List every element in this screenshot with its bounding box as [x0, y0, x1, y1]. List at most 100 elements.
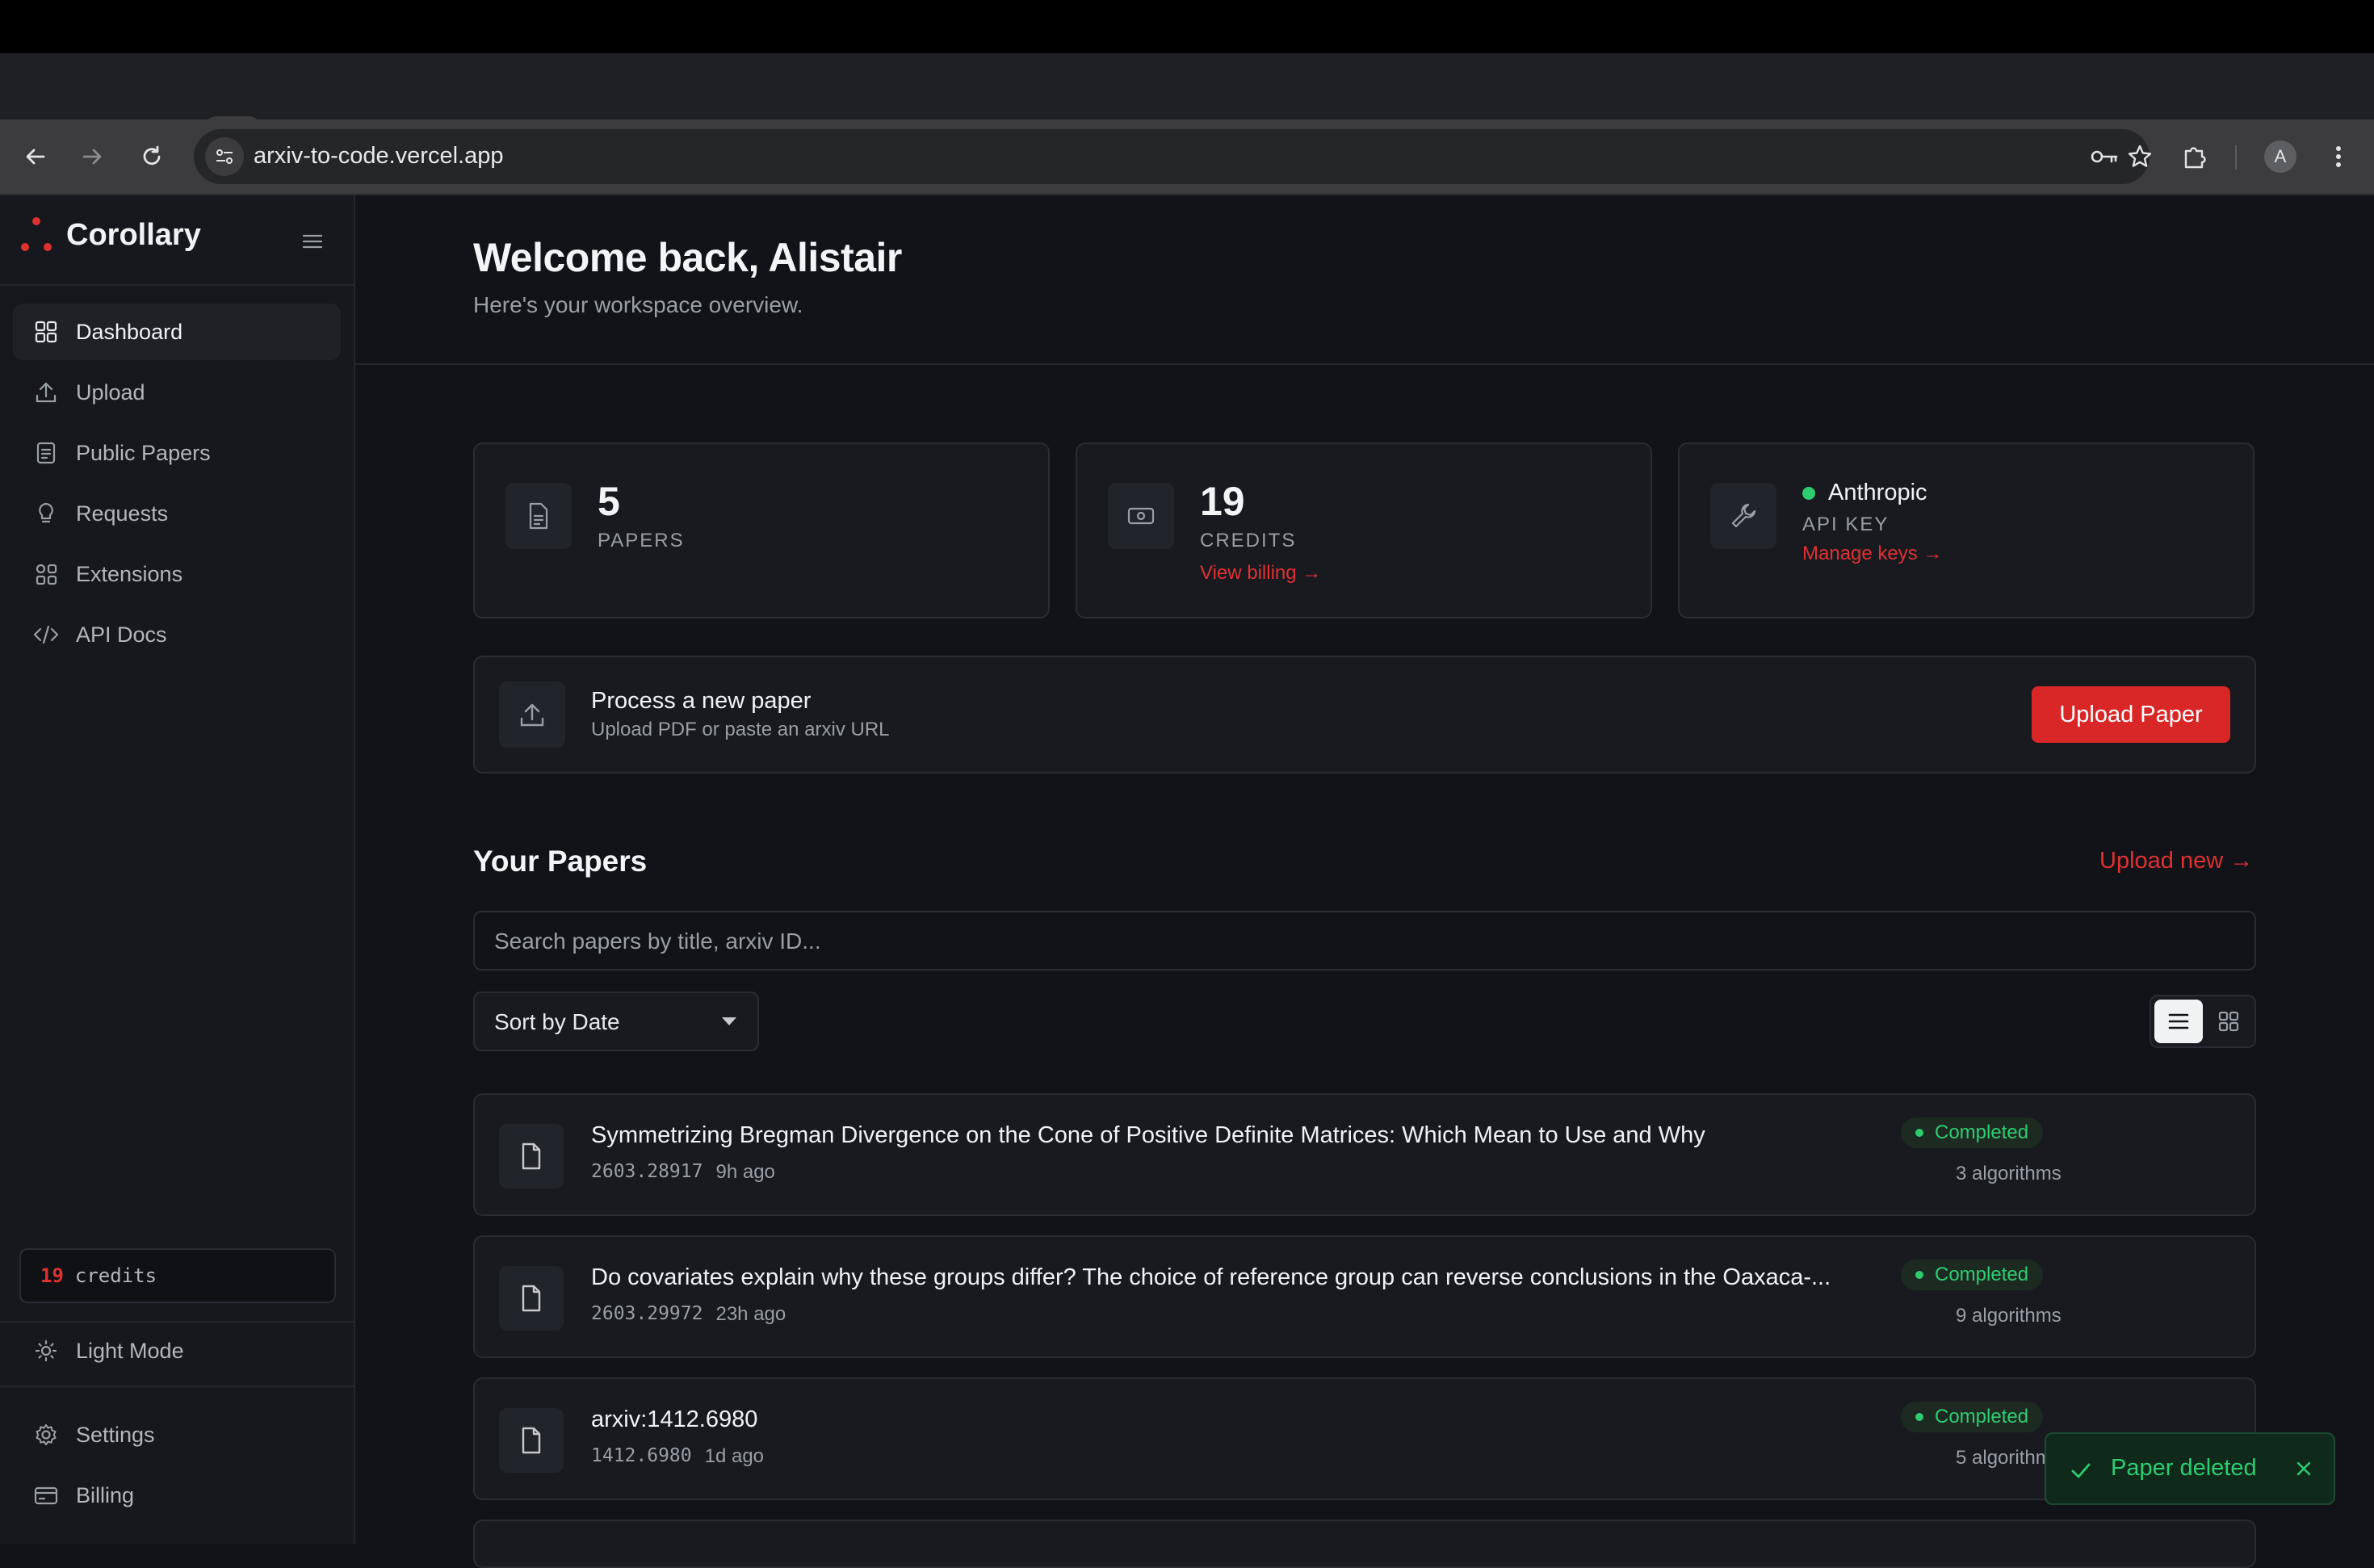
page-subtitle: Here's your workspace overview.	[473, 292, 803, 317]
process-paper-card: Process a new paper Upload PDF or paste …	[473, 656, 2256, 774]
document-icon	[505, 483, 572, 549]
profile-avatar[interactable]: A	[2264, 140, 2296, 173]
paper-title: Do covariates explain why these groups d…	[591, 1264, 1831, 1290]
banknote-icon	[1108, 483, 1174, 549]
credits-indicator[interactable]: 19 credits	[19, 1248, 336, 1303]
corollary-logo-icon	[21, 217, 52, 251]
sort-select[interactable]: Sort by Date	[473, 992, 759, 1051]
sidebar-item-billing[interactable]: Billing	[13, 1467, 341, 1524]
paper-row[interactable]: Do covariates explain why these groups d…	[473, 1235, 2256, 1358]
credits-label: credits	[74, 1264, 157, 1287]
close-icon[interactable]	[2293, 1458, 2314, 1479]
paper-row[interactable]	[473, 1520, 2256, 1568]
reload-icon	[143, 145, 161, 166]
sidebar-item-dashboard[interactable]: Dashboard	[13, 304, 341, 360]
extensions-button[interactable]	[2177, 139, 2213, 174]
sidebar: Corollary Dashboard Upload Public Papers…	[0, 195, 355, 1544]
light-mode-label: Light Mode	[76, 1338, 184, 1363]
main-content: Welcome back, Alistair Here's your works…	[355, 195, 2374, 1568]
key-icon	[2091, 150, 2118, 163]
sidebar-item-label: Settings	[76, 1422, 155, 1447]
address-bar[interactable]: arxiv-to-code.vercel.app	[194, 129, 2152, 184]
search-input[interactable]: Search papers by title, arxiv ID...	[473, 911, 2256, 971]
caret-down-icon	[722, 1017, 736, 1025]
url-text[interactable]: arxiv-to-code.vercel.app	[254, 143, 503, 170]
grid-icon	[2218, 1011, 2239, 1032]
status-dot	[1915, 1271, 1923, 1279]
papers-count: 5	[598, 479, 620, 524]
sidebar-item-label: Requests	[76, 501, 169, 526]
upload-icon	[499, 681, 565, 748]
grid-icon	[32, 318, 60, 346]
api-provider: Anthropic	[1802, 480, 1927, 506]
password-key-button[interactable]	[2088, 140, 2120, 173]
paper-row[interactable]: arxiv:1412.6980 1412.6980 1d ago Complet…	[473, 1377, 2256, 1500]
paper-arxiv-id: 2603.29972	[591, 1303, 703, 1324]
paper-row[interactable]: Symmetrizing Bregman Divergence on the C…	[473, 1093, 2256, 1216]
browser-menu-button[interactable]	[2321, 139, 2356, 174]
star-icon	[2128, 145, 2152, 167]
upload-new-link[interactable]: Upload new →	[2099, 848, 2253, 874]
process-paper-subtitle: Upload PDF or paste an arxiv URL	[591, 719, 890, 740]
status-dot	[1802, 486, 1815, 500]
file-icon	[499, 1124, 564, 1189]
view-toggle	[2150, 995, 2256, 1048]
sidebar-divider	[0, 284, 354, 286]
sidebar-divider	[0, 1386, 354, 1387]
collapse-sidebar-button[interactable]	[299, 228, 326, 255]
upload-icon	[32, 379, 60, 406]
toast-message: Paper deleted	[2111, 1455, 2257, 1481]
upload-paper-button[interactable]: Upload Paper	[2032, 686, 2230, 743]
lightbulb-icon	[32, 500, 60, 527]
sidebar-item-label: Dashboard	[76, 319, 183, 344]
status-text: Completed	[1935, 1264, 2029, 1285]
paper-arxiv-id: 1412.6980	[591, 1445, 692, 1466]
extensions-icon	[32, 560, 60, 588]
brand-name: Corollary	[66, 217, 201, 252]
status-text: Completed	[1935, 1121, 2029, 1143]
tab-strip	[0, 53, 2374, 174]
sidebar-item-settings[interactable]: Settings	[13, 1407, 341, 1463]
bookmark-button[interactable]	[2124, 140, 2156, 173]
reload-button[interactable]	[134, 139, 170, 174]
status-badge: Completed	[1901, 1260, 2044, 1290]
gear-icon	[32, 1421, 60, 1449]
brand[interactable]: Corollary	[19, 215, 201, 255]
sidebar-item-api-docs[interactable]: API Docs	[13, 606, 341, 663]
your-papers-heading: Your Papers	[473, 845, 648, 878]
file-icon	[499, 1408, 564, 1473]
provider-name: Anthropic	[1828, 480, 1927, 505]
menu-icon	[302, 234, 323, 249]
light-mode-toggle[interactable]: Light Mode	[13, 1323, 341, 1379]
view-billing-link[interactable]: View billing →	[1200, 562, 1321, 585]
screen-top-bar	[0, 0, 2374, 53]
paper-meta: 1412.6980 1d ago	[591, 1445, 764, 1468]
sidebar-item-public-papers[interactable]: Public Papers	[13, 425, 341, 481]
arrow-left-icon	[26, 149, 45, 165]
manage-keys-link[interactable]: Manage keys →	[1802, 543, 1942, 565]
grid-view-button[interactable]	[2204, 1000, 2253, 1043]
api-key-label: API KEY	[1802, 514, 1890, 535]
sidebar-item-requests[interactable]: Requests	[13, 485, 341, 542]
sun-icon	[32, 1337, 60, 1365]
back-button[interactable]	[18, 139, 53, 174]
sidebar-item-extensions[interactable]: Extensions	[13, 546, 341, 602]
forward-button[interactable]	[74, 139, 110, 174]
toast-notification: Paper deleted	[2045, 1432, 2335, 1505]
sort-label: Sort by Date	[494, 1009, 620, 1034]
site-info-button[interactable]	[205, 137, 244, 176]
sidebar-item-label: Extensions	[76, 561, 183, 586]
list-icon	[2168, 1013, 2189, 1029]
status-text: Completed	[1935, 1406, 2029, 1428]
credits-label: CREDITS	[1200, 530, 1297, 551]
paper-title: arxiv:1412.6980	[591, 1407, 758, 1432]
credit-card-icon	[32, 1482, 60, 1509]
api-key-stat-card: Anthropic API KEY Manage keys →	[1678, 442, 2254, 618]
code-icon	[32, 621, 60, 648]
more-vertical-icon	[2336, 146, 2341, 167]
list-view-button[interactable]	[2154, 1000, 2203, 1043]
status-badge: Completed	[1901, 1117, 2044, 1148]
sidebar-item-upload[interactable]: Upload	[13, 364, 341, 421]
paper-age: 1d ago	[704, 1445, 765, 1467]
header-divider	[355, 363, 2374, 365]
